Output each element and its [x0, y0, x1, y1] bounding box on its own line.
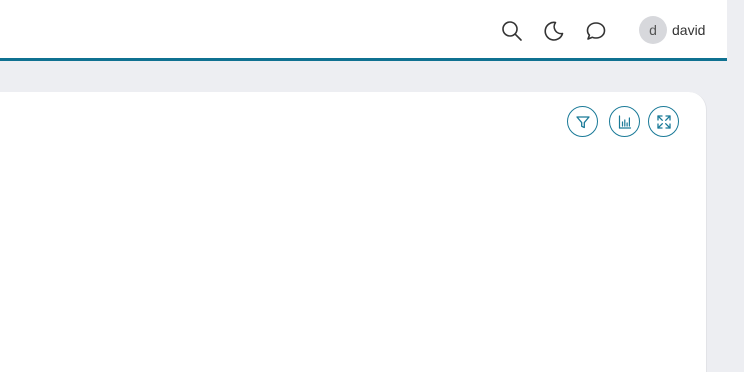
filter-button[interactable] [567, 106, 598, 137]
bar-chart-icon [617, 114, 633, 130]
user-menu[interactable]: d david [639, 16, 705, 44]
filter-icon [575, 114, 591, 130]
expand-button[interactable] [648, 106, 679, 137]
username: david [672, 22, 706, 38]
search-icon[interactable] [500, 19, 524, 43]
chart-button[interactable] [609, 106, 640, 137]
expand-icon [656, 114, 672, 130]
moon-icon[interactable] [542, 19, 566, 43]
avatar: d [639, 16, 667, 44]
top-bar: d david [0, 0, 727, 61]
content-panel [0, 92, 707, 372]
chat-icon[interactable] [584, 19, 608, 43]
